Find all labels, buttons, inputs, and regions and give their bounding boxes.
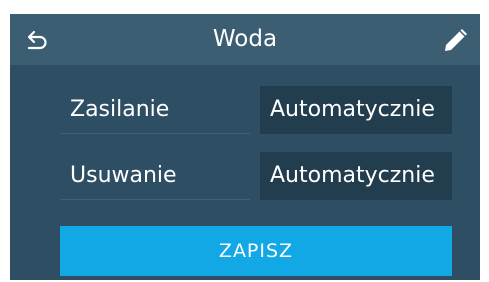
edit-button[interactable] bbox=[442, 26, 470, 54]
supply-value-field[interactable]: Automatycznie bbox=[260, 86, 452, 134]
drain-value-field[interactable]: Automatycznie bbox=[260, 152, 452, 200]
undo-arrow-icon bbox=[27, 30, 47, 50]
device-screen: Woda Zasilanie Automatycznie Usuwanie Au… bbox=[10, 14, 480, 280]
supply-label: Zasilanie bbox=[60, 86, 250, 134]
pencil-icon bbox=[445, 29, 467, 51]
header-bar: Woda bbox=[10, 14, 480, 65]
back-button[interactable] bbox=[24, 27, 50, 53]
save-button[interactable]: ZAPISZ bbox=[60, 226, 452, 276]
page-title: Woda bbox=[212, 26, 278, 52]
drain-label: Usuwanie bbox=[60, 152, 250, 200]
